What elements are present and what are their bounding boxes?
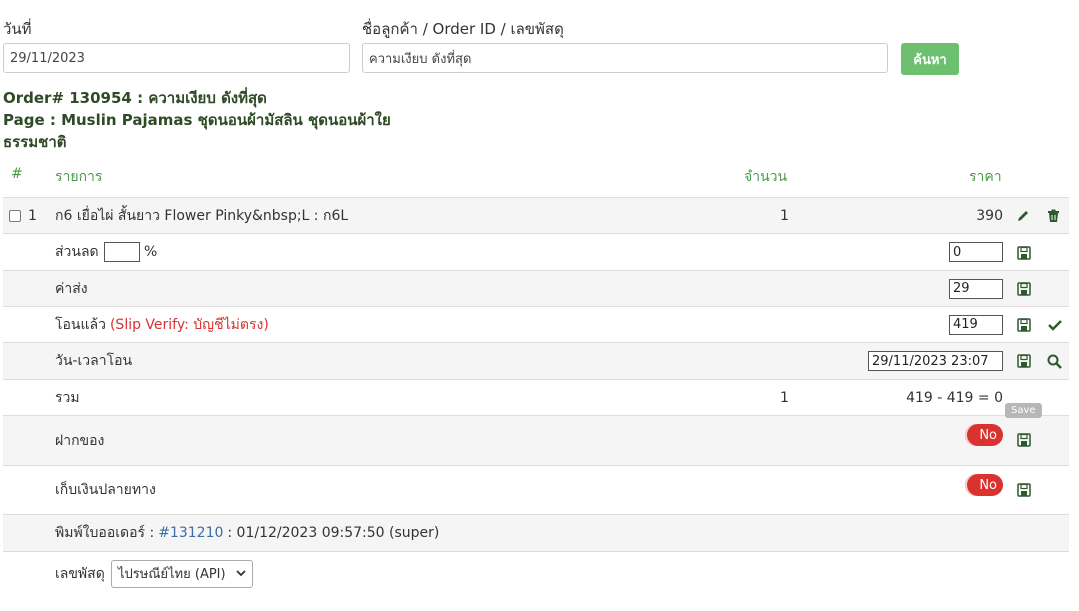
deposit-toggle[interactable]: No (965, 424, 1003, 446)
order-page-line: Page : Muslin Pajamas ชุดนอนผ้ามัสลิน ชุ… (3, 111, 391, 129)
total-value: 419 - 419 = 0 (906, 389, 1003, 406)
cod-row: เก็บเงินปลายทาง No (3, 465, 1069, 514)
save-icon[interactable] (1016, 482, 1032, 498)
paid-label: โอนแล้ว (55, 316, 106, 333)
total-qty: 1 (780, 389, 789, 406)
item-checkbox[interactable] (9, 209, 21, 222)
item-price: 390 (976, 207, 1003, 224)
print-prefix: พิมพ์ใบออเดอร์ : (55, 525, 155, 541)
transfer-time-row: วัน-เวลาโอน 29/11/2023 23:07 (3, 342, 1069, 379)
discount-row: ส่วนลด % 0 (3, 233, 1069, 270)
total-row: รวม 1 419 - 419 = 0 (3, 379, 1069, 415)
item-qty: 1 (780, 207, 789, 224)
header-item: รายการ (55, 169, 103, 185)
save-icon[interactable] (1016, 317, 1032, 333)
transfer-time-label: วัน-เวลาโอน (55, 353, 133, 369)
print-timestamp: : 01/12/2023 09:57:50 (super) (227, 525, 440, 541)
cod-toggle[interactable]: No (965, 474, 1003, 496)
tracking-carrier-value: ไปรษณีย์ไทย (API) (118, 567, 226, 582)
chevron-down-icon (236, 566, 246, 581)
customer-label: ชื่อลูกค้า / Order ID / เลขพัสดุ (362, 20, 564, 38)
cod-label: เก็บเงินปลายทาง (55, 482, 156, 498)
deposit-row: ฝากของ No (3, 415, 1069, 465)
item-name: ก6 เยื่อไผ่ สั้นยาว Flower Pinky&nbsp;L … (55, 207, 349, 224)
save-icon[interactable] (1016, 353, 1032, 369)
item-number: 1 (28, 207, 37, 224)
slip-verify-note: (Slip Verify: บัญชีไม่ตรง) (109, 316, 269, 333)
percent-sign: % (144, 244, 158, 260)
print-order-link[interactable]: #131210 (158, 525, 223, 541)
print-row: พิมพ์ใบออเดอร์ : #131210 : 01/12/2023 09… (3, 514, 1069, 551)
check-icon[interactable] (1047, 317, 1063, 333)
date-label: วันที่ (3, 20, 32, 38)
save-icon[interactable] (1016, 281, 1032, 297)
transfer-time-input[interactable]: 29/11/2023 23:07 (868, 351, 1003, 371)
date-input[interactable]: 29/11/2023 (3, 43, 350, 73)
tracking-carrier-select[interactable]: ไปรษณีย์ไทย (API) (111, 559, 253, 588)
trash-icon[interactable] (1045, 208, 1061, 224)
shipping-label: ค่าส่ง (55, 280, 88, 297)
search-icon[interactable] (1046, 353, 1062, 369)
paid-input[interactable]: 419 (949, 314, 1003, 335)
order-page-line-2: ธรรมชาติ (3, 133, 67, 151)
discount-input[interactable]: 0 (949, 242, 1003, 262)
save-icon[interactable] (1016, 245, 1032, 261)
shipping-input[interactable]: 29 (949, 278, 1003, 299)
header-num: # (11, 166, 23, 182)
total-label: รวม (55, 389, 80, 406)
item-row: 1 ก6 เยื่อไผ่ สั้นยาว Flower Pinky&nbsp;… (3, 197, 1069, 233)
deposit-label: ฝากของ (55, 432, 105, 449)
customer-search-input[interactable]: ความเงียบ ดังที่สุด (362, 43, 888, 73)
discount-percent-input[interactable] (104, 242, 140, 262)
save-tooltip: Save (1005, 403, 1042, 418)
shipping-row: ค่าส่ง 29 (3, 270, 1069, 306)
header-qty: จำนวน (744, 169, 788, 185)
pencil-icon[interactable] (1015, 208, 1031, 224)
tracking-label: เลขพัสดุ (55, 565, 105, 582)
header-price: ราคา (969, 169, 1002, 185)
save-icon[interactable] (1016, 432, 1032, 448)
tracking-row: เลขพัสดุ ไปรษณีย์ไทย (API) (3, 551, 1069, 595)
search-button[interactable]: ค้นหา (901, 43, 959, 75)
paid-row: โอนแล้ว (Slip Verify: บัญชีไม่ตรง) 419 (3, 306, 1069, 342)
order-title: Order# 130954 : ความเงียบ ดังที่สุด (3, 89, 267, 107)
discount-label: ส่วนลด (55, 244, 99, 260)
